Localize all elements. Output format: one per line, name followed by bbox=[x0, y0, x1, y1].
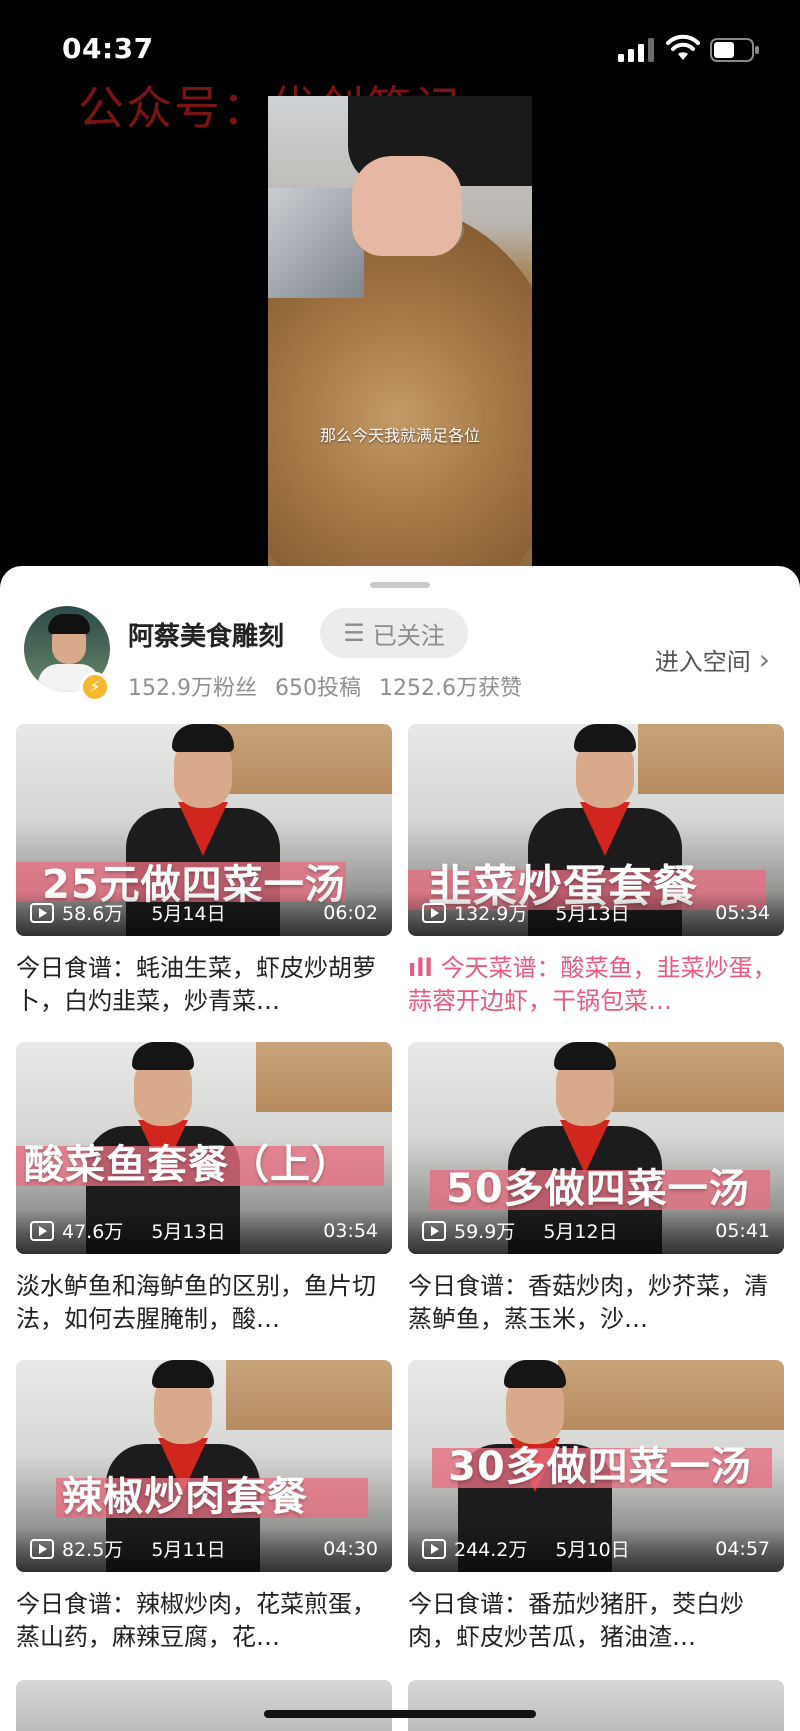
publish-date: 5月13日 bbox=[151, 1221, 226, 1243]
video-duration: 04:57 bbox=[715, 1537, 770, 1560]
video-card[interactable]: 30多做四菜一汤 244.2万 5月10日 04:57 今日食谱：番茄炒猪肝，茭… bbox=[408, 1360, 784, 1654]
video-player[interactable]: 那么今天我就满足各位 bbox=[268, 96, 532, 566]
battery-icon bbox=[710, 38, 759, 62]
video-thumbnail[interactable]: 酸菜鱼套餐（上） 47.6万 5月13日 03:54 bbox=[16, 1042, 392, 1254]
thumbnail-title: 酸菜鱼套餐（上） bbox=[24, 1142, 352, 1188]
view-count: 47.6万 bbox=[62, 1221, 124, 1243]
view-count: 82.5万 bbox=[62, 1539, 124, 1561]
wifi-icon bbox=[666, 34, 700, 60]
publish-date: 5月12日 bbox=[543, 1221, 618, 1243]
video-thumbnail[interactable] bbox=[408, 1680, 784, 1731]
video-caption-text: 今天菜谱：酸菜鱼，韭菜炒蛋，蒜蓉开边虾，干锅包菜… bbox=[408, 954, 777, 1015]
view-count: 58.6万 bbox=[62, 903, 124, 925]
cleaver bbox=[268, 188, 364, 298]
view-count: 59.9万 bbox=[454, 1221, 516, 1243]
thumbnail-title: 30多做四菜一汤 bbox=[448, 1444, 752, 1490]
video-caption[interactable]: 今日食谱：辣椒炒肉，花菜煎蛋，蒸山药，麻辣豆腐，花… bbox=[16, 1588, 392, 1654]
video-card[interactable]: 酸菜鱼套餐（上） 47.6万 5月13日 03:54 淡水鲈鱼和海鲈鱼的区别，鱼… bbox=[16, 1042, 392, 1336]
verified-badge-icon: ⚡ bbox=[80, 672, 110, 702]
channel-sheet: ⚡ 阿蔡美食雕刻 ☰ 已关注 152.9万粉丝 650投稿 1252.6万获赞 … bbox=[0, 566, 800, 1731]
video-thumbnail[interactable]: 辣椒炒肉套餐 82.5万 5月11日 04:30 bbox=[16, 1360, 392, 1572]
menu-icon: ☰ bbox=[343, 619, 365, 647]
thumbnail-title: 50多做四菜一汤 bbox=[446, 1166, 750, 1212]
enter-space-link[interactable]: 进入空间 › bbox=[655, 642, 770, 677]
enter-space-label: 进入空间 bbox=[654, 648, 751, 676]
next-row-partial bbox=[16, 1680, 784, 1731]
hand bbox=[352, 156, 462, 256]
video-thumbnail[interactable] bbox=[16, 1680, 392, 1731]
follow-button[interactable]: ☰ 已关注 bbox=[320, 608, 468, 658]
video-thumbnail[interactable]: 25元做四菜一汤 58.6万 5月14日 06:02 bbox=[16, 724, 392, 936]
now-playing-icon: ıll bbox=[408, 954, 433, 982]
video-card-playing[interactable]: 韭菜炒蛋套餐 132.9万 5月13日 05:34 ıll 今天菜谱：酸菜鱼，韭菜… bbox=[408, 724, 784, 1018]
video-caption[interactable]: 今日食谱：番茄炒猪肝，茭白炒肉，虾皮炒苦瓜，猪油渣… bbox=[408, 1588, 784, 1654]
channel-header: ⚡ 阿蔡美食雕刻 ☰ 已关注 152.9万粉丝 650投稿 1252.6万获赞 … bbox=[0, 606, 800, 706]
publish-date: 5月14日 bbox=[151, 903, 226, 925]
publish-date: 5月11日 bbox=[151, 1539, 226, 1561]
status-time: 04:37 bbox=[62, 32, 154, 65]
posts-count: 650投稿 bbox=[274, 676, 361, 701]
video-caption[interactable]: 今日食谱：香菇炒肉，炒芥菜，清蒸鲈鱼，蒸玉米，沙… bbox=[408, 1270, 784, 1336]
video-duration: 03:54 bbox=[323, 1219, 378, 1242]
follow-label: 已关注 bbox=[372, 621, 445, 650]
home-indicator[interactable] bbox=[264, 1710, 536, 1718]
play-count-icon bbox=[30, 1538, 54, 1559]
channel-name[interactable]: 阿蔡美食雕刻 bbox=[128, 616, 284, 653]
video-thumbnail[interactable]: 50多做四菜一汤 59.9万 5月12日 05:41 bbox=[408, 1042, 784, 1254]
play-count-icon bbox=[422, 1220, 446, 1241]
play-count-icon bbox=[30, 1220, 54, 1241]
video-thumbnail[interactable]: 30多做四菜一汤 244.2万 5月10日 04:57 bbox=[408, 1360, 784, 1572]
video-card[interactable]: 辣椒炒肉套餐 82.5万 5月11日 04:30 今日食谱：辣椒炒肉，花菜煎蛋，… bbox=[16, 1360, 392, 1654]
play-count-icon bbox=[422, 902, 446, 923]
publish-date: 5月13日 bbox=[555, 903, 630, 925]
video-thumbnail[interactable]: 韭菜炒蛋套餐 132.9万 5月13日 05:34 bbox=[408, 724, 784, 936]
video-caption[interactable]: ıll 今天菜谱：酸菜鱼，韭菜炒蛋，蒜蓉开边虾，干锅包菜… bbox=[408, 952, 784, 1018]
followers-count: 152.9万粉丝 bbox=[128, 676, 257, 701]
video-duration: 06:02 bbox=[323, 901, 378, 924]
chevron-right-icon: › bbox=[758, 643, 770, 676]
video-duration: 05:41 bbox=[715, 1219, 770, 1242]
publish-date: 5月10日 bbox=[555, 1539, 630, 1561]
video-card[interactable]: 25元做四菜一汤 58.6万 5月14日 06:02 今日食谱：蚝油生菜，虾皮炒… bbox=[16, 724, 392, 1018]
drag-handle[interactable] bbox=[370, 582, 430, 588]
view-count: 244.2万 bbox=[454, 1539, 528, 1561]
view-count: 132.9万 bbox=[454, 903, 528, 925]
channel-stats: 152.9万粉丝 650投稿 1252.6万获赞 bbox=[128, 670, 522, 702]
video-caption[interactable]: 今日食谱：蚝油生菜，虾皮炒胡萝卜，白灼韭菜，炒青菜… bbox=[16, 952, 392, 1018]
cellular-signal-icon bbox=[618, 38, 654, 62]
video-duration: 05:34 bbox=[715, 901, 770, 924]
video-duration: 04:30 bbox=[323, 1537, 378, 1560]
play-count-icon bbox=[422, 1538, 446, 1559]
thumbnail-title: 辣椒炒肉套餐 bbox=[62, 1474, 308, 1520]
video-caption[interactable]: 淡水鲈鱼和海鲈鱼的区别，鱼片切法，如何去腥腌制，酸… bbox=[16, 1270, 392, 1336]
likes-count: 1252.6万获赞 bbox=[378, 676, 522, 701]
play-count-icon bbox=[30, 902, 54, 923]
video-card[interactable]: 50多做四菜一汤 59.9万 5月12日 05:41 今日食谱：香菇炒肉，炒芥菜… bbox=[408, 1042, 784, 1336]
video-subtitle: 那么今天我就满足各位 bbox=[319, 426, 480, 445]
